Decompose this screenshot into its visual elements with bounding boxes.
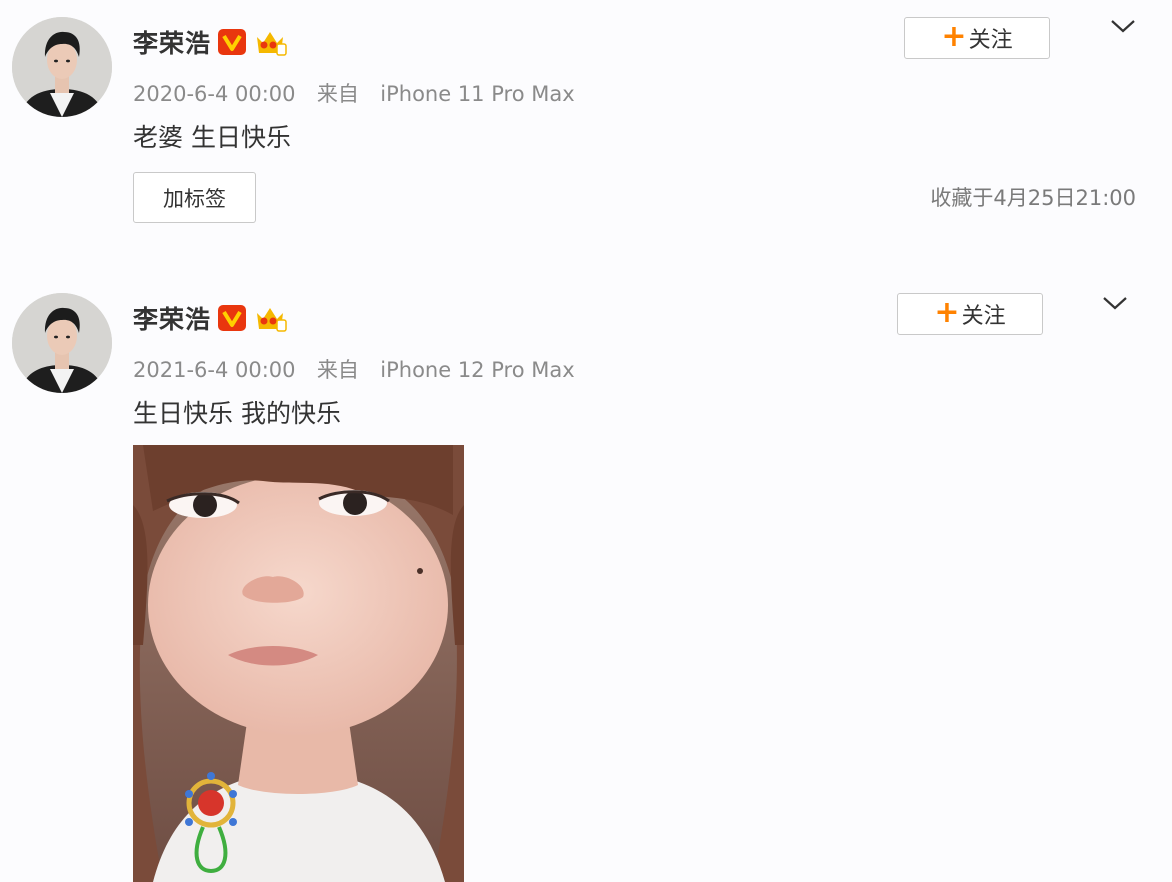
favorited-time: 收藏于4月25日21:00 xyxy=(930,186,1136,210)
verified-v-icon xyxy=(218,305,247,331)
post-date[interactable]: 2020-6-4 00:00 xyxy=(133,82,296,106)
plus-icon: + xyxy=(941,18,967,54)
chevron-down-icon[interactable] xyxy=(1100,293,1130,313)
chevron-down-icon[interactable] xyxy=(1108,16,1138,36)
post-text: 老婆 生日快乐 xyxy=(133,123,291,152)
follow-label: 关注 xyxy=(968,28,1013,53)
avatar[interactable] xyxy=(12,17,112,117)
follow-label: 关注 xyxy=(961,304,1006,329)
follow-button[interactable]: + 关注 xyxy=(904,17,1050,59)
vip-crown-icon[interactable] xyxy=(253,303,287,333)
weibo-post: 李荣浩 + 关注 2021-6-4 00:00 来自 iPhone 12 Pro… xyxy=(0,276,1172,882)
source-device: iPhone 12 Pro Max xyxy=(380,358,575,382)
source-prefix: 来自 xyxy=(316,358,359,382)
post-date[interactable]: 2021-6-4 00:00 xyxy=(133,358,296,382)
post-meta: 2020-6-4 00:00 来自 iPhone 11 Pro Max xyxy=(133,78,575,108)
post-photo[interactable] xyxy=(133,445,464,882)
verified-v-icon xyxy=(218,29,247,55)
weibo-post: 李荣浩 + 关注 2020-6-4 00:00 来自 iPhone 11 Pro… xyxy=(0,0,1172,262)
follow-button[interactable]: + 关注 xyxy=(897,293,1043,335)
author-row: 李荣浩 xyxy=(133,298,287,338)
source-device: iPhone 11 Pro Max xyxy=(380,82,575,106)
post-text: 生日快乐 我的快乐 xyxy=(133,399,341,428)
vip-crown-icon[interactable] xyxy=(253,27,287,57)
username[interactable]: 李荣浩 xyxy=(133,24,211,60)
plus-icon: + xyxy=(934,294,960,330)
username[interactable]: 李荣浩 xyxy=(133,300,211,336)
avatar[interactable] xyxy=(12,293,112,393)
post-meta: 2021-6-4 00:00 来自 iPhone 12 Pro Max xyxy=(133,354,575,384)
source-prefix: 来自 xyxy=(316,82,359,106)
add-tag-button[interactable]: 加标签 xyxy=(133,172,256,223)
author-row: 李荣浩 xyxy=(133,22,287,62)
